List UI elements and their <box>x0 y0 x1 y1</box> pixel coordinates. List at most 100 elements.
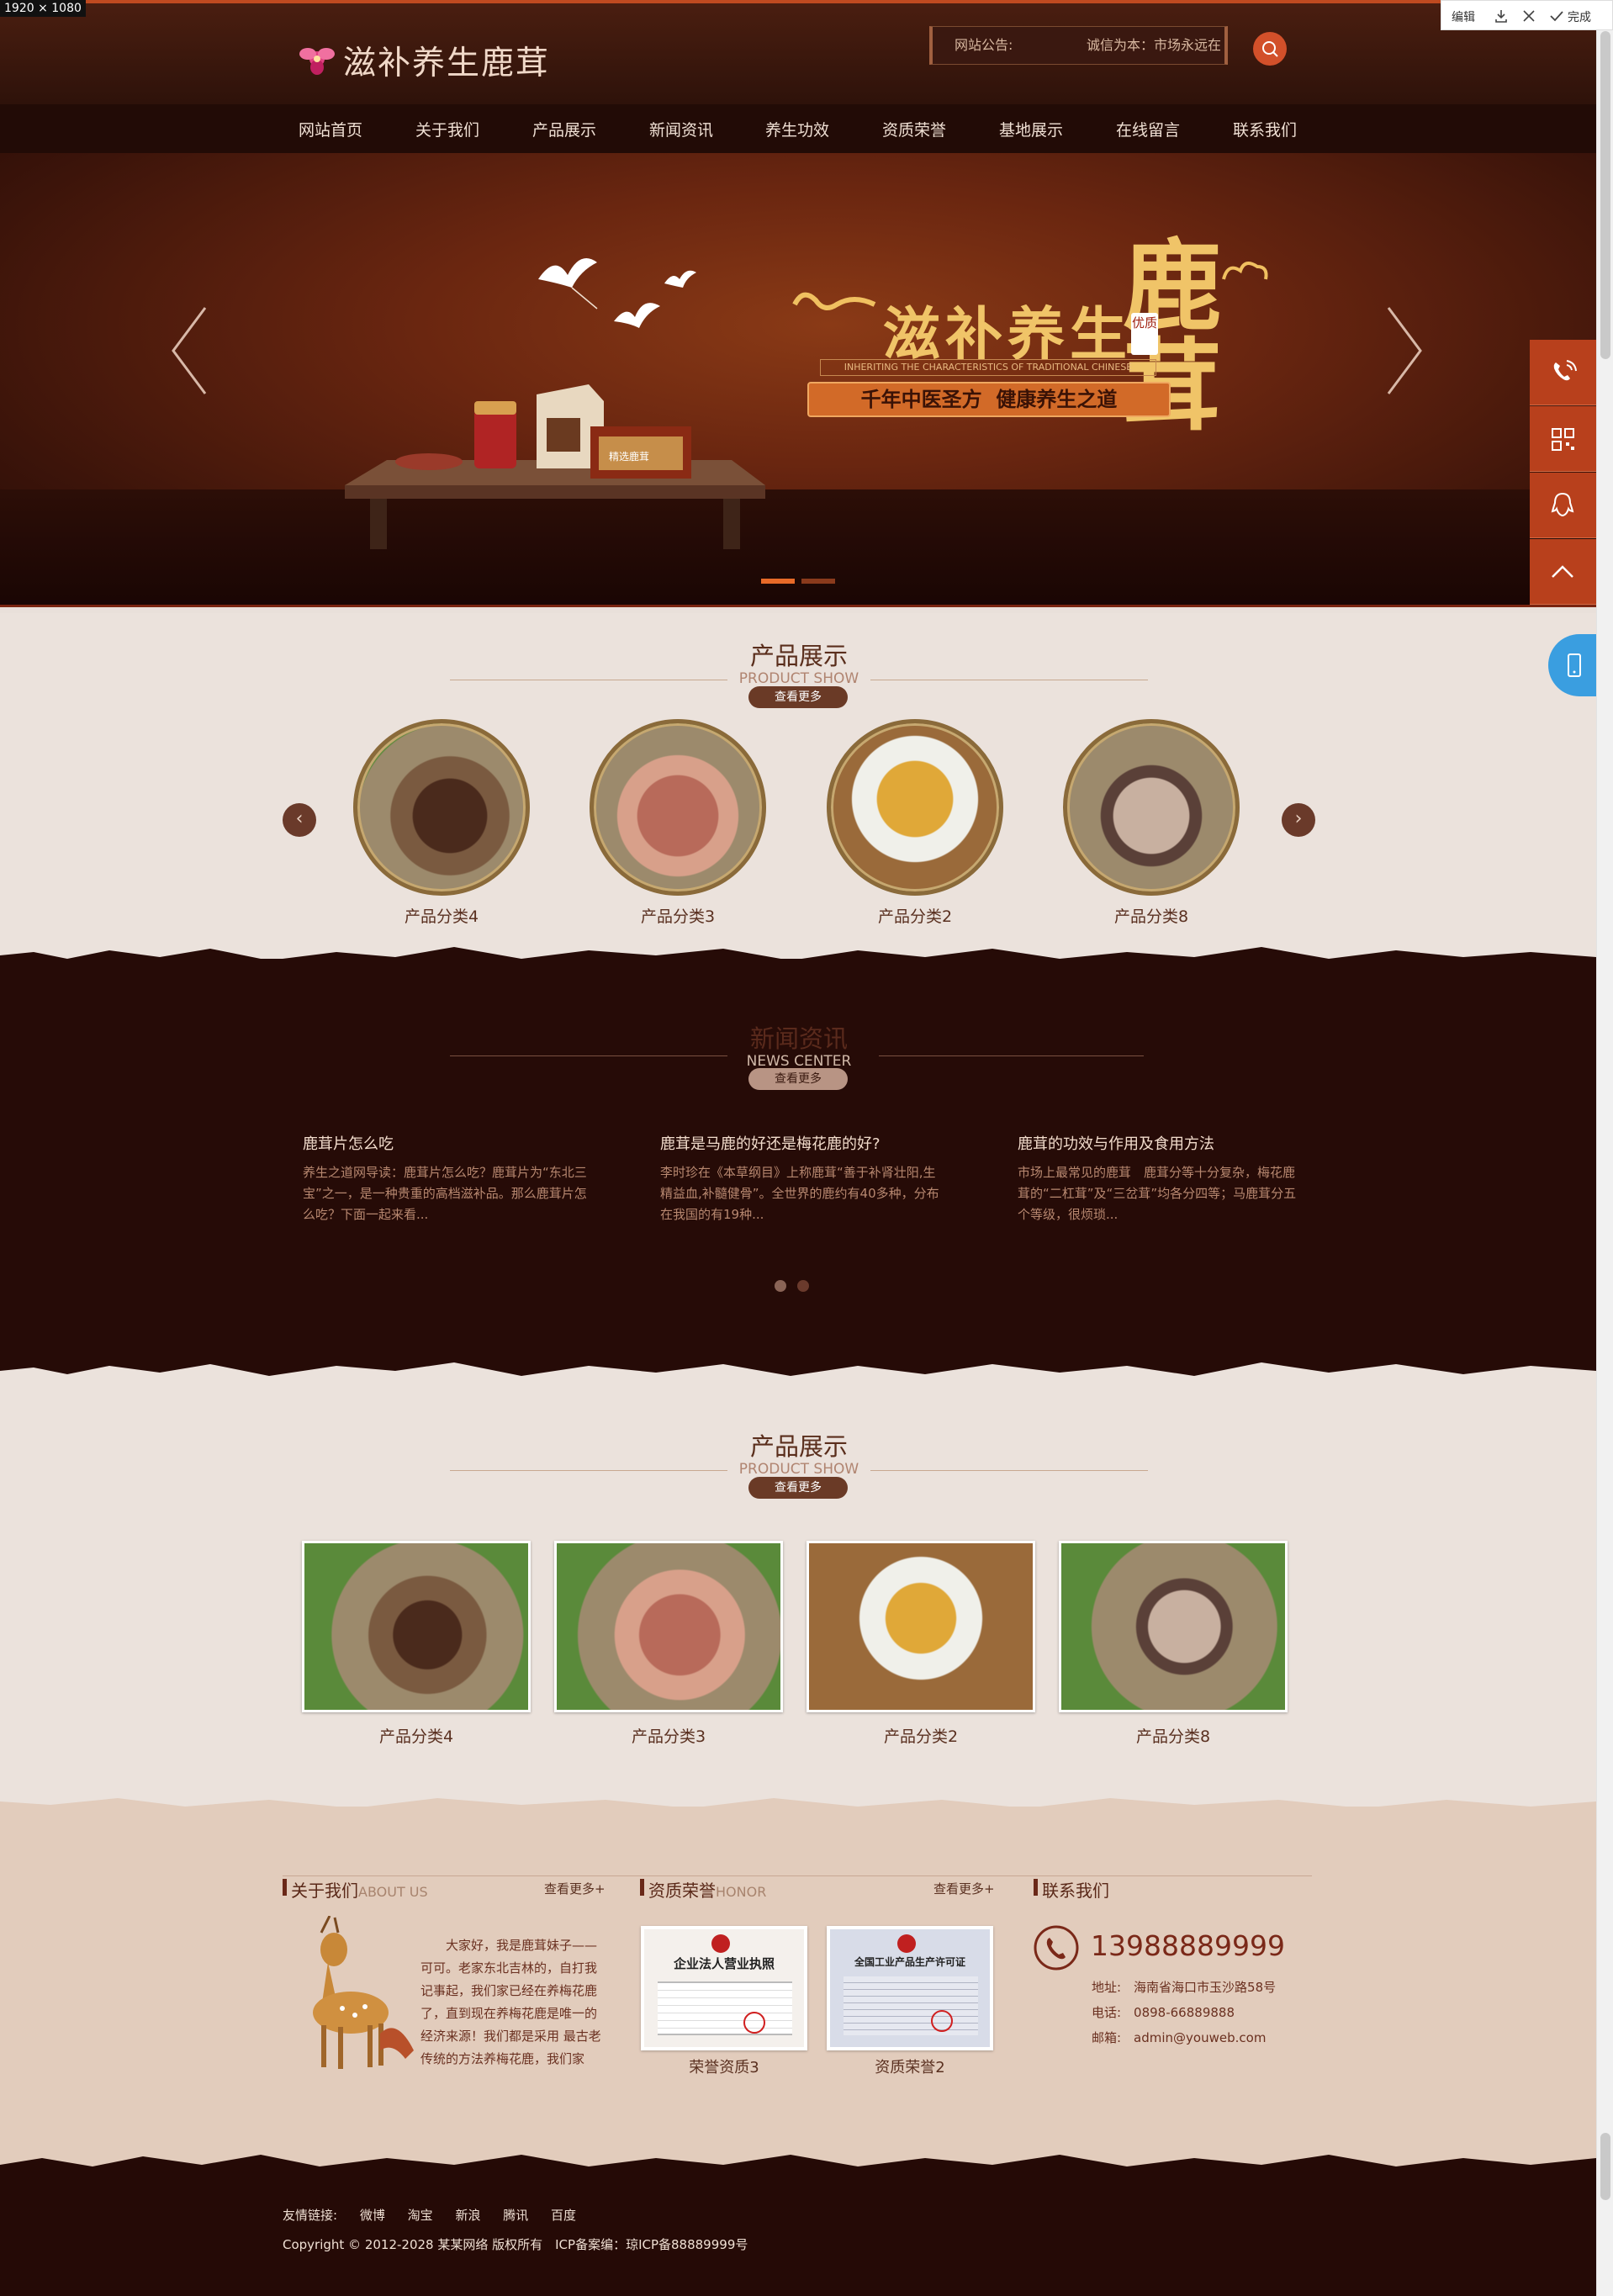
product-label[interactable]: 产品分类4 <box>302 1724 531 1747</box>
check-icon[interactable] <box>1549 8 1564 27</box>
seal-icon <box>931 2010 953 2032</box>
carousel-prev-button[interactable]: ‹ <box>283 803 316 837</box>
news-section: 新闻资讯 NEWS CENTER 查看更多 鹿茸片怎么吃 养生之道网导读：鹿茸片… <box>0 959 1596 1354</box>
mobile-site-button[interactable] <box>1548 634 1596 696</box>
certificate-body <box>658 1981 792 2035</box>
notice-text[interactable]: 诚信为本：市场永远在 <box>1087 27 1221 64</box>
page-scrollbar[interactable] <box>1596 30 1613 2296</box>
product-image[interactable] <box>353 719 530 896</box>
side-qrcode-button[interactable] <box>1530 406 1596 472</box>
friend-link[interactable]: 微博 <box>360 2208 385 2223</box>
box-label: 精选鹿茸 <box>609 451 650 463</box>
about-title: 关于我们 <box>291 1881 358 1901</box>
news-headline[interactable]: 鹿茸片怎么吃 <box>303 1132 394 1154</box>
product-label[interactable]: 产品分类4 <box>353 904 530 927</box>
slide-indicator-1[interactable] <box>761 579 795 584</box>
side-back-to-top-button[interactable] <box>1530 539 1596 605</box>
product-label[interactable]: 产品分类2 <box>827 904 1003 927</box>
copyright: Copyright © 2012-2028 某某网络 版权所有 ICP备案编：琼… <box>283 2237 748 2252</box>
news-headline[interactable]: 鹿茸的功效与作用及食用方法 <box>1018 1132 1214 1154</box>
product-label[interactable]: 产品分类2 <box>806 1724 1035 1747</box>
news-excerpt: 市场上最常见的鹿茸 鹿茸分等十分复杂，梅花鹿茸的“二杠茸”及“三岔茸”均各分四等… <box>1018 1165 1297 1222</box>
contact-phone[interactable]: 13988889999 <box>1091 1929 1285 1962</box>
nav-item-base[interactable]: 基地展示 <box>999 118 1063 140</box>
qrcode-icon <box>1552 428 1574 451</box>
section-title-en: NEWS CENTER <box>746 1053 852 1070</box>
nav-item-efficacy[interactable]: 养生功效 <box>765 118 829 140</box>
notice-bar: 网站公告: 诚信为本：市场永远在 <box>929 26 1228 65</box>
news-pager-dot[interactable] <box>775 1280 786 1292</box>
side-tel-button[interactable] <box>1530 340 1596 405</box>
product-image[interactable] <box>590 719 766 896</box>
product-image[interactable] <box>827 719 1003 896</box>
product-section-title: 产品展示 PRODUCT SHOW <box>673 637 925 687</box>
nav-item-honor[interactable]: 资质荣誉 <box>882 118 946 140</box>
hero-banner: 精选鹿茸 滋补养生 鹿茸 优质 INHERITING THE CHARACTER… <box>0 153 1596 605</box>
scrollbar-thumb[interactable] <box>1600 31 1610 359</box>
nav-item-contact[interactable]: 联系我们 <box>1233 118 1297 140</box>
site-footer <box>0 2170 1596 2296</box>
product-table-illustration: 精选鹿茸 <box>336 368 774 564</box>
footer-info: 关于我们ABOUT US 查看更多+ 大家好，我是鹿茸妹子——可可。老家东北吉林… <box>0 1807 1596 2170</box>
phone-icon <box>1033 1924 1080 1975</box>
screenshot-toolbar: 编辑 完成 <box>1441 0 1613 30</box>
honor-caption[interactable]: 荣誉资质3 <box>641 2055 807 2077</box>
notice-label: 网站公告: <box>955 37 1013 53</box>
honor-more-link[interactable]: 查看更多+ <box>933 1880 995 1897</box>
emblem-icon <box>897 1934 916 1953</box>
site-logo-text[interactable]: 滋补养生鹿茸 <box>343 37 550 84</box>
seal-icon <box>743 2012 765 2034</box>
carousel-next-button[interactable]: › <box>1282 803 1315 837</box>
product-thumbnail[interactable] <box>806 1541 1035 1712</box>
download-icon[interactable] <box>1494 8 1509 27</box>
torn-paper-edge <box>0 1346 1596 1376</box>
product-label[interactable]: 产品分类8 <box>1063 904 1240 927</box>
nav-item-products[interactable]: 产品展示 <box>532 118 596 140</box>
site-header: 滋补养生鹿茸 网站公告: 诚信为本：市场永远在 <box>0 0 1596 104</box>
nav-item-news[interactable]: 新闻资讯 <box>649 118 713 140</box>
edit-button[interactable]: 编辑 <box>1452 8 1475 25</box>
heading-bar <box>283 1879 287 1896</box>
side-qq-button[interactable] <box>1530 473 1596 538</box>
scrollbar-thumb-lower[interactable] <box>1600 2133 1610 2200</box>
about-more-link[interactable]: 查看更多+ <box>544 1880 606 1897</box>
product-label[interactable]: 产品分类8 <box>1059 1724 1288 1747</box>
honor-certificate-image[interactable]: 全国工业产品生产许可证 <box>827 1926 993 2050</box>
product-more-button[interactable]: 查看更多 <box>748 686 848 708</box>
product-thumbnail[interactable] <box>554 1541 783 1712</box>
search-button[interactable] <box>1253 32 1287 66</box>
about-heading: 关于我们ABOUT US <box>291 1877 428 1902</box>
nav-item-message[interactable]: 在线留言 <box>1116 118 1180 140</box>
friend-link[interactable]: 腾讯 <box>503 2208 528 2223</box>
crane-birds-illustration <box>521 246 706 341</box>
contact-email[interactable]: 邮箱: admin@youweb.com <box>1092 2029 1266 2046</box>
mobile-icon <box>1568 653 1581 677</box>
nav-item-home[interactable]: 网站首页 <box>299 118 362 140</box>
nav-item-about[interactable]: 关于我们 <box>415 118 479 140</box>
product-more-button-2[interactable]: 查看更多 <box>748 1477 848 1499</box>
friend-link[interactable]: 百度 <box>551 2208 576 2223</box>
product-image[interactable] <box>1063 719 1240 896</box>
news-pager-dot[interactable] <box>797 1280 809 1292</box>
honor-caption[interactable]: 资质荣誉2 <box>827 2055 993 2077</box>
emblem-icon <box>711 1934 730 1953</box>
banner-subtitle-en: INHERITING THE CHARACTERISTICS OF TRADIT… <box>820 359 1156 376</box>
contact-heading: 联系我们 <box>1042 1881 1109 1901</box>
banner-next-arrow[interactable] <box>1383 304 1425 400</box>
banner-prev-arrow[interactable] <box>168 304 210 400</box>
product-thumbnail[interactable] <box>302 1541 531 1712</box>
product-label[interactable]: 产品分类3 <box>554 1724 783 1747</box>
slide-indicator-2[interactable] <box>801 579 835 584</box>
news-more-button[interactable]: 查看更多 <box>748 1068 848 1090</box>
product-label[interactable]: 产品分类3 <box>590 904 766 927</box>
friend-link[interactable]: 淘宝 <box>408 2208 433 2223</box>
close-icon[interactable] <box>1521 8 1536 27</box>
done-button[interactable]: 完成 <box>1568 8 1591 25</box>
news-headline[interactable]: 鹿茸是马鹿的好还是梅花鹿的好? <box>660 1132 881 1154</box>
banner-slogan: 千年中医圣方 健康养生之道 <box>807 382 1171 417</box>
product-thumbnail[interactable] <box>1059 1541 1288 1712</box>
honor-heading: 资质荣誉HONOR <box>648 1877 766 1902</box>
friend-link[interactable]: 新浪 <box>455 2208 480 2223</box>
honor-certificate-image[interactable]: 企业法人营业执照 <box>641 1926 807 2050</box>
news-section-title: 新闻资讯 NEWS CENTER <box>673 1019 925 1070</box>
